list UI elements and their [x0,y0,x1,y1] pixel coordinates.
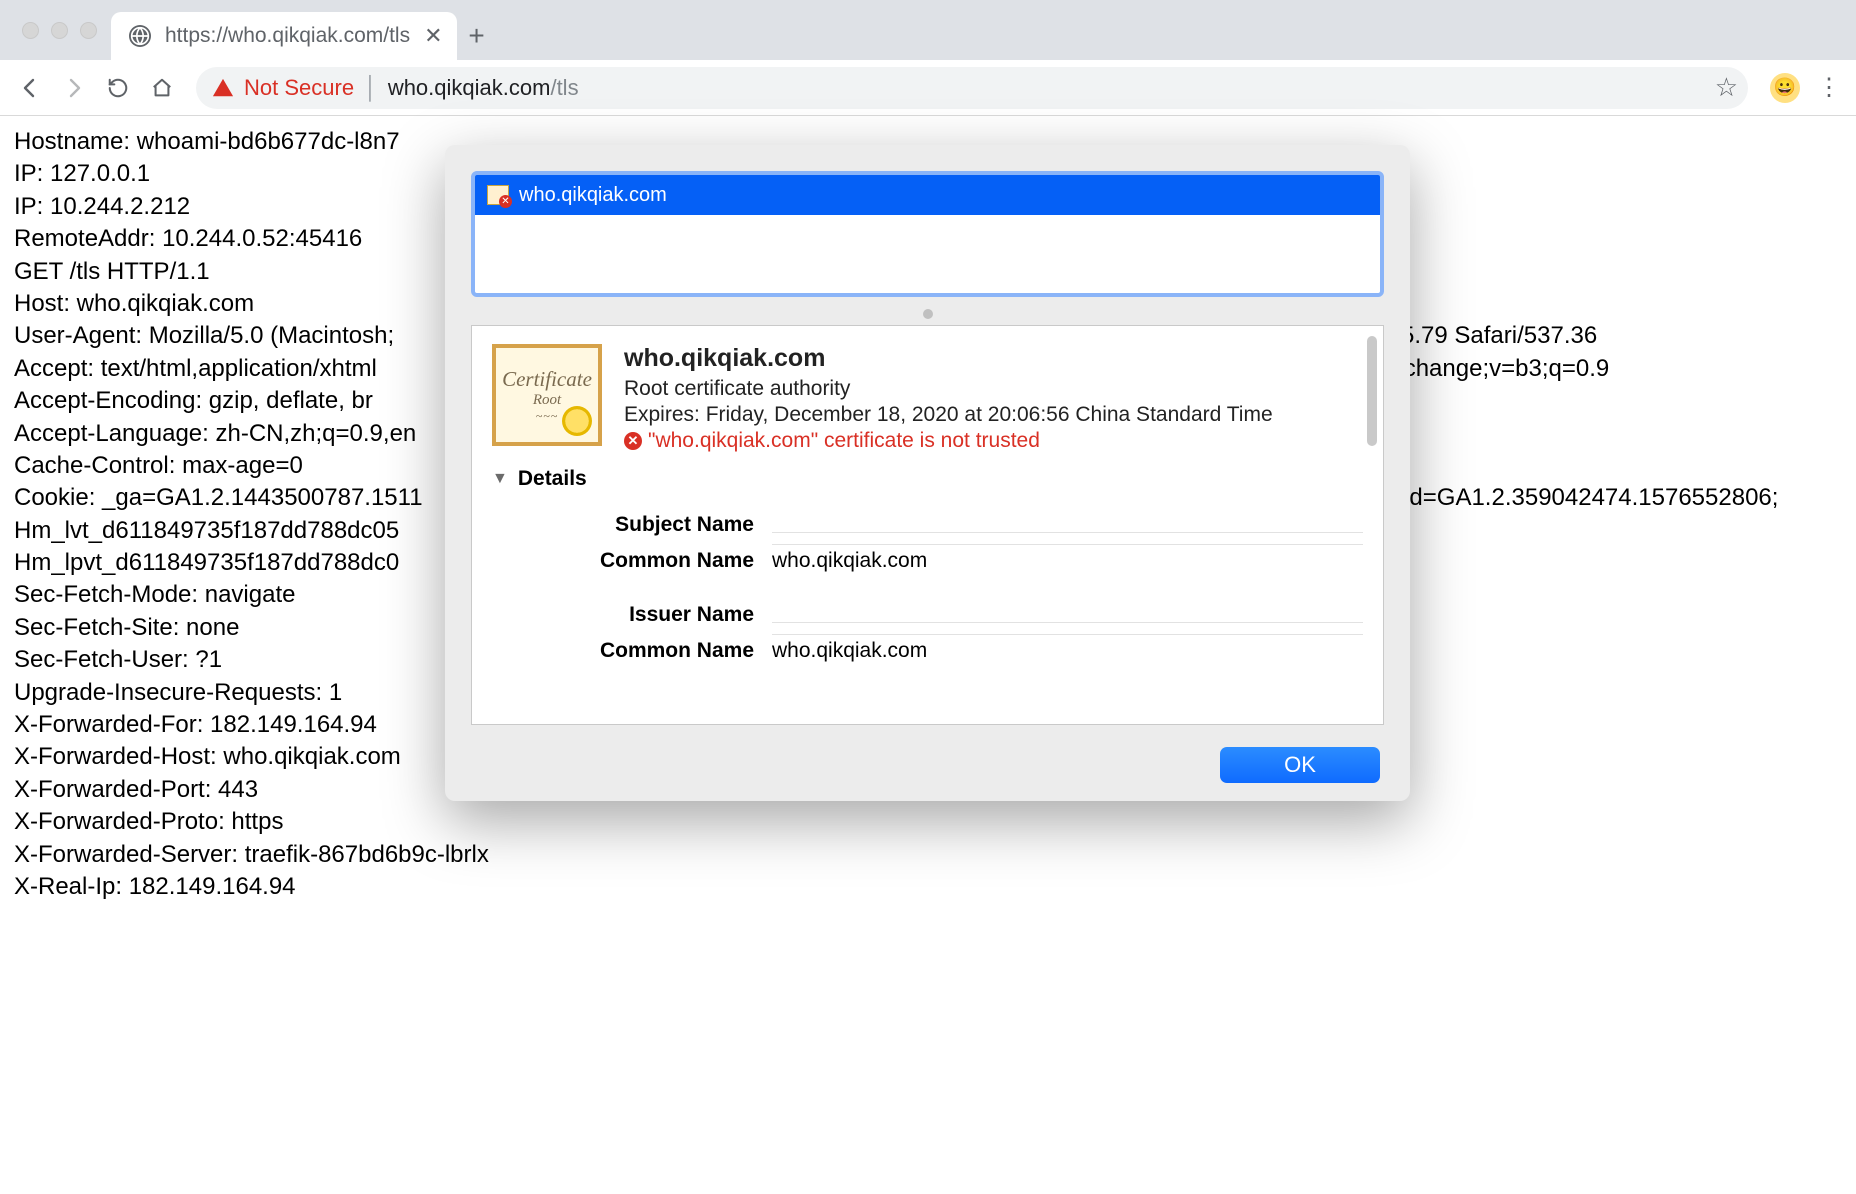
certificate-dialog: who.qikqiak.com Certificate Root ~~~ who… [445,145,1410,801]
ok-button[interactable]: OK [1220,747,1380,783]
certificate-authority-line: Root certificate authority [624,377,1273,401]
certificate-chain-item[interactable]: who.qikqiak.com [475,175,1380,215]
subject-name-heading: Subject Name [572,513,772,537]
home-button[interactable] [144,70,180,106]
browser-toolbar: Not Secure │ who.qikqiak.com/tls ☆ 😀 ⋮ [0,60,1856,116]
error-circle-icon: ✕ [624,432,642,450]
subject-common-name-value: who.qikqiak.com [772,544,1363,573]
issuer-common-name-value: who.qikqiak.com [772,634,1363,663]
globe-icon [129,25,151,47]
forward-button[interactable] [56,70,92,106]
browser-menu-icon[interactable]: ⋮ [1814,73,1844,102]
seal-icon [562,406,592,436]
certificate-detail-box: Certificate Root ~~~ who.qikqiak.com Roo… [471,325,1384,725]
tab-title: https://who.qikqiak.com/tls [165,24,410,48]
window-minimize-dot[interactable] [51,22,68,39]
certificate-details-grid: Subject Name Common Name who.qikqiak.com… [572,501,1363,663]
back-button[interactable] [12,70,48,106]
certificate-chain-box[interactable]: who.qikqiak.com [471,171,1384,297]
profile-avatar[interactable]: 😀 [1770,73,1800,103]
disclosure-triangle-icon: ▼ [492,470,508,488]
address-host: who.qikqiak.com [388,75,551,100]
details-toggle[interactable]: ▼ Details [492,467,1363,491]
new-tab-button[interactable]: + [457,12,497,60]
certificate-error-line: ✕ "who.qikqiak.com" certificate is not t… [624,429,1273,453]
resize-handle-icon[interactable] [923,309,933,319]
bookmark-star-icon[interactable]: ☆ [1715,72,1738,103]
common-name-label: Common Name [572,549,772,573]
issuer-name-heading: Issuer Name [572,603,772,627]
certificate-expires-line: Expires: Friday, December 18, 2020 at 20… [624,403,1273,427]
certificate-summary: Certificate Root ~~~ who.qikqiak.com Roo… [492,344,1363,453]
window-zoom-dot[interactable] [80,22,97,39]
warning-triangle-icon [212,77,234,99]
certificate-root-icon: Certificate Root ~~~ [492,344,602,446]
certificate-badge-icon [487,185,509,205]
window-traffic-lights [12,22,111,39]
address-separator: │ [364,75,378,101]
certificate-chain-name: who.qikqiak.com [519,184,667,207]
not-secure-label: Not Secure [244,75,354,101]
certificate-title: who.qikqiak.com [624,344,1273,373]
browser-tab-strip: https://who.qikqiak.com/tls ✕ + [0,0,1856,60]
browser-tab[interactable]: https://who.qikqiak.com/tls ✕ [111,12,457,60]
address-path: /tls [550,75,578,100]
close-tab-icon[interactable]: ✕ [424,23,442,49]
address-bar[interactable]: Not Secure │ who.qikqiak.com/tls ☆ [196,67,1748,109]
common-name-label: Common Name [572,639,772,663]
details-label: Details [518,467,587,491]
window-close-dot[interactable] [22,22,39,39]
reload-button[interactable] [100,70,136,106]
